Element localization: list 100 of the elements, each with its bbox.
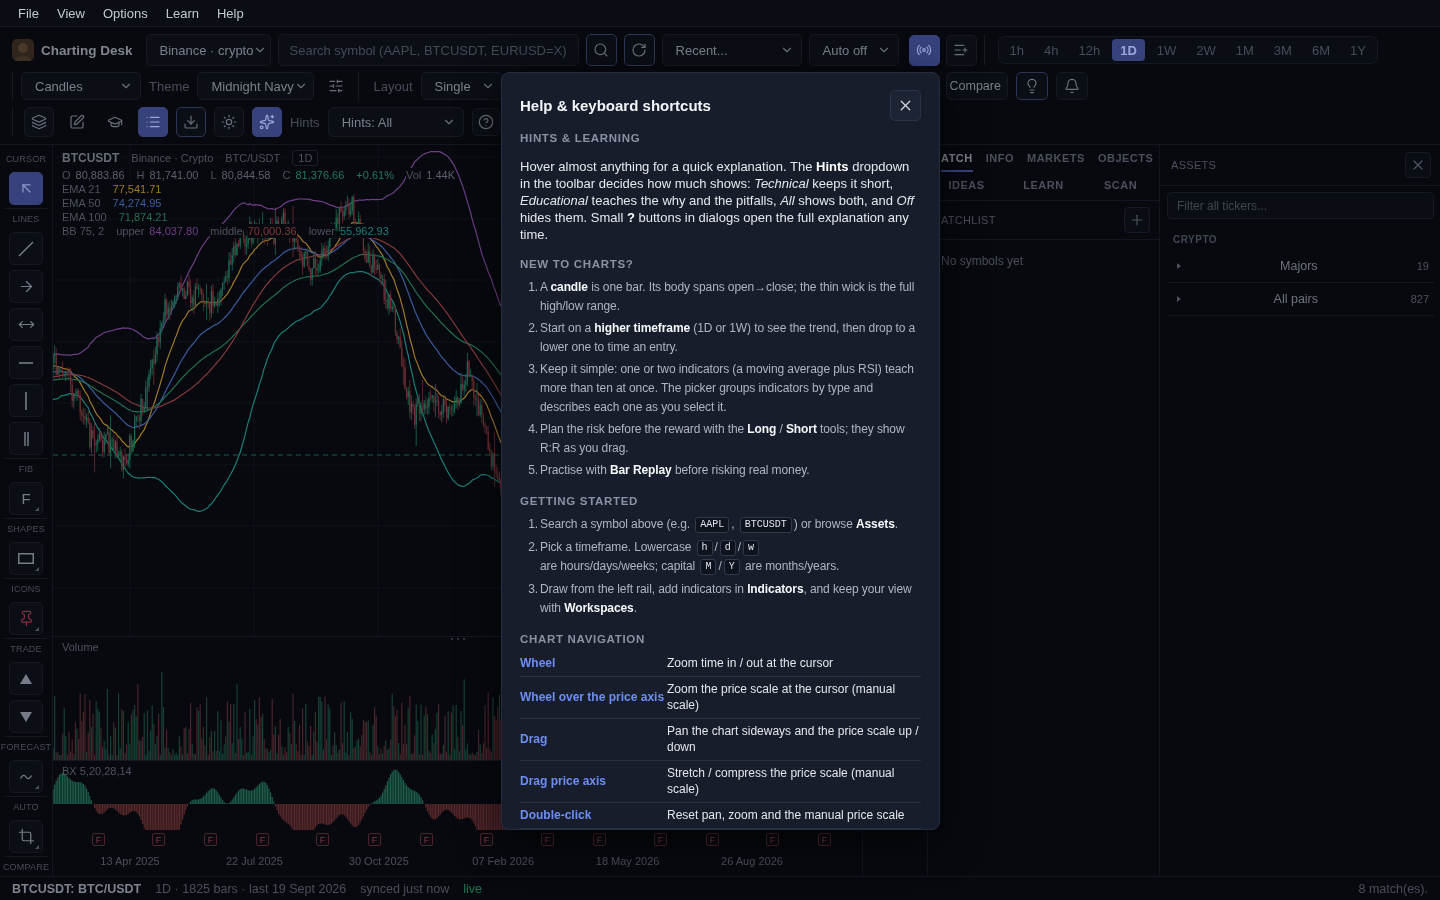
list-icon [145,114,161,130]
horizontal-line-tool-button[interactable] [9,346,43,379]
forecast-tool-button[interactable] [9,760,43,793]
menu-item[interactable]: Options [102,5,148,21]
tool-group-label: AUTO [13,801,39,813]
volume-label: Vol [405,168,422,182]
shortcut-action: Double-click [520,807,593,823]
timeframe-button[interactable]: 2W [1188,39,1224,61]
menu-item[interactable]: Help [216,5,244,21]
dialog-title: Help & keyboard shortcuts [520,96,711,114]
recent-select[interactable]: Recent... [661,34,802,66]
compare-button[interactable]: Compare [945,72,1008,100]
event-marker[interactable]: F [593,833,606,846]
event-marker[interactable]: F [420,833,433,846]
timeframe-button[interactable]: 12h [1070,39,1109,61]
close-button[interactable] [1405,152,1431,178]
list-item-text: Keep it simple: one or two indicators (a moving average plus RSI) teach more than ten at once. The picker groups indicators by type and describes each one as you select it. [540,361,915,416]
list-number: 1. [527,279,538,296]
pane-label: Volume [62,641,99,653]
add-to-list-button[interactable] [945,34,977,66]
exchange-select[interactable]: Binance · crypto [145,34,271,66]
event-marker[interactable]: F [818,833,831,846]
layers-button[interactable] [24,107,54,137]
rectangle-tool-button[interactable] [9,542,43,575]
short-position-button[interactable] [9,700,43,733]
broadcast-icon [916,42,933,58]
parallel-lines-tool-button[interactable] [9,422,43,455]
symbol-search-field[interactable]: Search symbol (AAPL, BTCUSDT, EURUSD=X) [277,34,579,66]
timeframe-button[interactable]: 1W [1148,39,1185,61]
pane-label: BX 5,20,28,14 [62,765,132,777]
sun-icon [221,114,237,130]
parallel-lines-icon [23,431,29,446]
timeframe-button[interactable]: 1h [1001,39,1032,61]
timeframe-button[interactable]: 1D [1112,39,1145,61]
vertical-line-tool-button[interactable] [9,384,43,417]
panel-tab[interactable]: OBJECTS [1097,145,1154,172]
pencil-square-icon [69,114,85,130]
indicator-value: 84,037.80 [149,224,199,238]
step-text: Draw from the left rail, add indicators in Indicators, and keep your view with Workspaces. [540,582,912,615]
panel-tab[interactable]: LEARN [1005,172,1082,200]
panel-tab[interactable]: SCAN [1082,172,1159,200]
search-button[interactable] [585,34,617,66]
fib-tool-button[interactable]: F [9,482,43,515]
auto-tool-button[interactable] [9,820,43,853]
event-marker[interactable]: F [92,833,105,846]
list-item-text: Plan the risk before the reward with the Long / Short tools; they show R:R as you drag. [540,421,906,457]
event-marker[interactable]: F [766,833,779,846]
event-marker[interactable]: F [256,833,269,846]
close-button[interactable] [890,89,921,121]
panel-tab[interactable]: MARKETS [1027,145,1085,172]
asset-group-row[interactable]: Majors 19 [1167,250,1434,283]
auto-refresh-select[interactable]: Auto off [808,34,899,66]
pair-label: BTC/USDT [225,151,281,165]
event-marker[interactable]: F [541,833,554,846]
list-button[interactable] [138,107,168,137]
layout-select[interactable]: Single [420,72,503,100]
step-text: , [731,517,736,531]
theme-select[interactable]: Midnight Navy [197,72,315,100]
shortcut-description: Pan the chart sideways and the price scale up / down [667,723,920,755]
step-text: / [718,559,722,573]
timeframe-button[interactable]: 1M [1227,39,1262,61]
ticker-filter-field[interactable]: Filter all tickers... [1167,192,1434,219]
hints-button[interactable] [252,107,282,137]
broadcast-button[interactable] [908,34,940,66]
step-text: are months/years. [743,559,840,573]
timeframe-button[interactable]: 1Y [1342,39,1374,61]
line-tool-button[interactable] [9,232,43,265]
event-marker[interactable]: F [152,833,165,846]
double-arrow-tool-button[interactable] [9,308,43,341]
brightness-button[interactable] [214,107,244,137]
menu-item[interactable]: Learn [165,5,199,21]
menu-item[interactable]: View [56,5,85,21]
cursor-tool-button[interactable] [9,172,43,205]
timeframe-button[interactable]: 4h [1036,39,1067,61]
event-marker[interactable]: F [480,833,493,846]
chart-type-select[interactable]: Candles [21,72,141,100]
menu-item[interactable]: File [18,5,39,21]
event-marker[interactable]: F [368,833,381,846]
asset-group-row[interactable]: All pairs 827 [1167,283,1434,316]
status-symbol: BTCUSDT: BTC/USDT [12,881,142,896]
timeframe-button[interactable]: 3M [1265,39,1300,61]
panel-tab[interactable]: INFO [985,145,1014,172]
plus-icon [1129,212,1145,228]
event-marker[interactable]: F [204,833,217,846]
long-position-button[interactable] [9,662,43,695]
alerts-button[interactable] [1055,72,1088,100]
hints-select[interactable]: Hints: All [327,107,464,137]
ideas-button[interactable] [1015,72,1048,100]
indicator-label: lower [308,224,335,238]
download-button[interactable] [176,107,206,137]
event-marker[interactable]: F [654,833,667,846]
list-number: 2. [527,320,538,337]
refresh-button[interactable] [623,34,655,66]
pin-tool-button[interactable] [9,602,43,635]
shortcut-action: Drag [520,731,549,747]
step-text: ) or browse Assets. [793,517,898,531]
event-marker[interactable]: F [706,833,719,846]
event-marker[interactable]: F [316,833,329,846]
help-button[interactable] [471,108,500,136]
timeframe-button[interactable]: 6M [1303,39,1338,61]
